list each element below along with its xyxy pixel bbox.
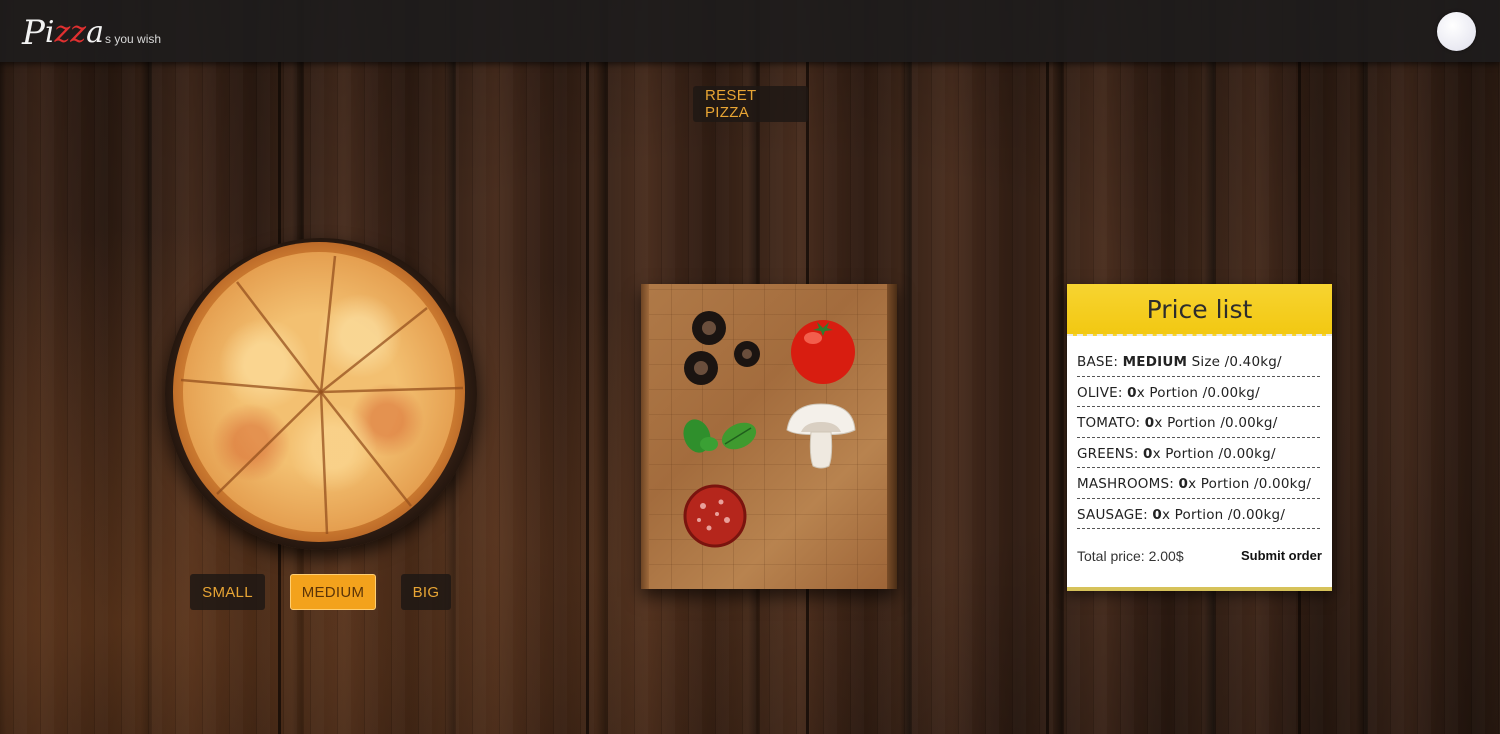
price-row-suffix: x Portion [1154, 415, 1216, 431]
tomato-icon[interactable] [787, 314, 859, 386]
top-bar: P i zz a s you wish [0, 0, 1500, 62]
price-row-suffix: x Portion [1188, 476, 1250, 492]
board-edge [641, 284, 649, 589]
price-list-header: Price list [1067, 284, 1332, 336]
mushroom-icon[interactable] [783, 400, 859, 470]
price-row-value: MEDIUM [1122, 354, 1188, 370]
ingredients-board [641, 284, 897, 589]
board-edge [887, 284, 897, 589]
price-row-weight: /0.00kg/ [1254, 476, 1312, 492]
price-row-label: BASE: [1077, 354, 1119, 370]
price-row-suffix: x Portion [1136, 384, 1199, 401]
size-small-button[interactable]: SMALL [190, 574, 265, 610]
price-row-weight: /0.00kg/ [1227, 506, 1286, 523]
price-row-label: GREENS: [1077, 445, 1139, 462]
price-row-label: MASHROOMS: [1077, 476, 1175, 492]
price-list-card: Price list BASE: MEDIUM Size /0.40kg/ OL… [1067, 284, 1332, 591]
price-row-sausage: SAUSAGE: 0x Portion /0.00kg/ [1077, 499, 1320, 529]
price-row-olive: OLIVE: 0x Portion /0.00kg/ [1077, 377, 1320, 407]
price-row-unit: Size [1191, 354, 1221, 370]
user-avatar[interactable] [1437, 12, 1476, 51]
price-list-title: Price list [1146, 295, 1253, 324]
price-row-weight: /0.40kg/ [1224, 354, 1282, 370]
total-price: Total price: 2.00$ [1077, 548, 1184, 564]
price-row-label: OLIVE: [1077, 384, 1123, 401]
price-row-greens: GREENS: 0x Portion /0.00kg/ [1077, 438, 1320, 468]
price-list-footer-bar [1067, 587, 1332, 591]
price-row-weight: /0.00kg/ [1218, 445, 1276, 462]
logo-letter-p: P [22, 13, 45, 53]
app-logo[interactable]: P i zz a s you wish [22, 10, 162, 53]
plank-seam [1046, 62, 1049, 734]
price-list-items: BASE: MEDIUM Size /0.40kg/ OLIVE: 0x Por… [1077, 346, 1320, 529]
reset-pizza-button[interactable]: RESET PIZZA [693, 86, 808, 122]
price-row-mushrooms: MASHROOMS: 0x Portion /0.00kg/ [1077, 468, 1320, 499]
greens-icon[interactable] [681, 414, 759, 456]
price-row-qty: 0 [1127, 384, 1137, 401]
logo-letter-a: a [86, 15, 105, 50]
price-row-label: SAUSAGE: [1077, 506, 1148, 523]
plank-seam [586, 62, 589, 734]
price-row-tomato: TOMATO: 0x Portion /0.00kg/ [1077, 407, 1320, 438]
size-medium-button[interactable]: MEDIUM [290, 574, 376, 610]
price-row-label: TOMATO: [1077, 415, 1141, 431]
price-row-suffix: x Portion [1162, 506, 1224, 523]
logo-letters-zz: zz [54, 15, 87, 50]
price-row-weight: /0.00kg/ [1202, 384, 1260, 401]
price-row-qty: 0 [1152, 506, 1162, 523]
price-row-weight: /0.00kg/ [1220, 415, 1278, 431]
price-row-qty: 0 [1143, 445, 1153, 462]
price-row-qty: 0 [1144, 415, 1155, 431]
logo-tagline: s you wish [105, 32, 162, 46]
sausage-icon[interactable] [681, 484, 759, 554]
olive-icon[interactable] [679, 310, 761, 388]
size-big-button[interactable]: BIG [401, 574, 451, 610]
pizza-preview [165, 238, 477, 550]
logo-letter-i: i [44, 15, 55, 50]
pizza-slice-cuts [180, 255, 464, 535]
price-row-qty: 0 [1178, 476, 1189, 492]
price-row-base: BASE: MEDIUM Size /0.40kg/ [1077, 346, 1320, 377]
price-row-suffix: x Portion [1152, 445, 1215, 462]
submit-order-button[interactable]: Submit order [1241, 548, 1322, 563]
